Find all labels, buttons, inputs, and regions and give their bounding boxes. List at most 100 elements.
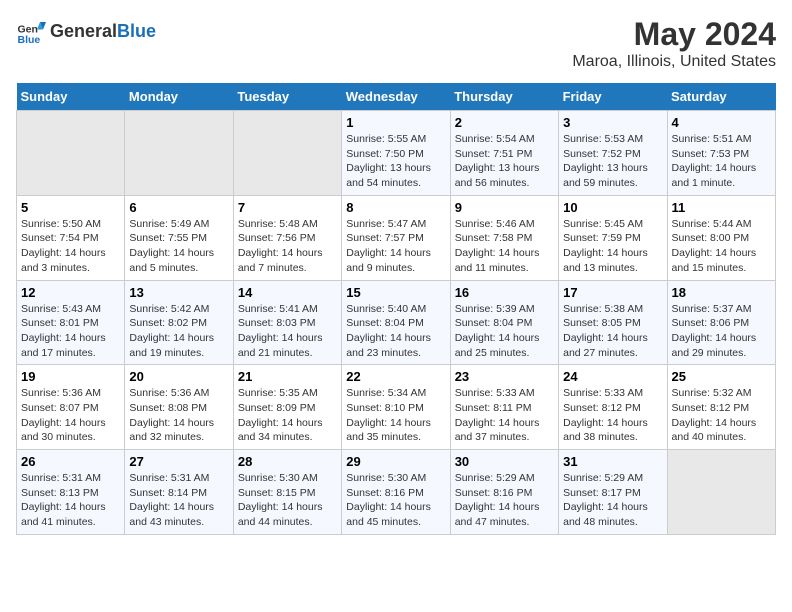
logo: Gen Blue GeneralBlue <box>16 16 156 46</box>
calendar-cell: 17 Sunrise: 5:38 AMSunset: 8:05 PMDayligh… <box>559 280 667 365</box>
week-row-5: 26Sunrise: 5:31 AMSunset: 8:13 PMDayligh… <box>17 450 776 535</box>
logo-blue: Blue <box>117 21 156 41</box>
day-info: Sunrise: 5:50 AMSunset: 7:54 PMDaylight:… <box>21 217 120 276</box>
day-number: 15 <box>346 285 445 300</box>
calendar-cell: 11 Sunrise: 5:44 AMSunset: 8:00 PMDayligh… <box>667 195 775 280</box>
day-number: 31 <box>563 454 662 469</box>
day-header-monday: Monday <box>125 83 233 111</box>
logo-icon: Gen Blue <box>16 16 46 46</box>
calendar-header: SundayMondayTuesdayWednesdayThursdayFrid… <box>17 83 776 111</box>
day-info: Sunrise: 5:54 AMSunset: 7:51 PMDaylight:… <box>455 132 554 191</box>
subtitle: Maroa, Illinois, United States <box>572 53 776 71</box>
day-number: 7 <box>238 200 337 215</box>
calendar-cell: 27 Sunrise: 5:31 AMSunset: 8:14 PMDayligh… <box>125 450 233 535</box>
day-info: Sunrise: 5:33 AMSunset: 8:12 PMDaylight:… <box>563 386 662 445</box>
day-number: 30 <box>455 454 554 469</box>
day-number: 25 <box>672 369 771 384</box>
day-info: Sunrise: 5:47 AMSunset: 7:57 PMDaylight:… <box>346 217 445 276</box>
day-number: 20 <box>129 369 228 384</box>
day-number: 11 <box>672 200 771 215</box>
day-info: Sunrise: 5:30 AMSunset: 8:15 PMDaylight:… <box>238 471 337 530</box>
calendar-cell: 20 Sunrise: 5:36 AMSunset: 8:08 PMDayligh… <box>125 365 233 450</box>
day-number: 9 <box>455 200 554 215</box>
day-number: 4 <box>672 115 771 130</box>
day-number: 27 <box>129 454 228 469</box>
svg-text:Blue: Blue <box>18 34 41 46</box>
calendar-table: SundayMondayTuesdayWednesdayThursdayFrid… <box>16 83 776 535</box>
day-number: 5 <box>21 200 120 215</box>
day-info: Sunrise: 5:48 AMSunset: 7:56 PMDaylight:… <box>238 217 337 276</box>
calendar-cell: 21 Sunrise: 5:35 AMSunset: 8:09 PMDayligh… <box>233 365 341 450</box>
calendar-cell: 25 Sunrise: 5:32 AMSunset: 8:12 PMDayligh… <box>667 365 775 450</box>
calendar-cell: 5 Sunrise: 5:50 AMSunset: 7:54 PMDaylight… <box>17 195 125 280</box>
calendar-cell: 9Sunrise: 5:46 AMSunset: 7:58 PMDaylight… <box>450 195 558 280</box>
logo-general: General <box>50 21 117 41</box>
calendar-cell: 2 Sunrise: 5:54 AMSunset: 7:51 PMDaylight… <box>450 111 558 196</box>
day-number: 12 <box>21 285 120 300</box>
day-info: Sunrise: 5:37 AMSunset: 8:06 PMDaylight:… <box>672 302 771 361</box>
day-number: 16 <box>455 285 554 300</box>
day-info: Sunrise: 5:38 AMSunset: 8:05 PMDaylight:… <box>563 302 662 361</box>
calendar-cell: 7 Sunrise: 5:48 AMSunset: 7:56 PMDaylight… <box>233 195 341 280</box>
day-number: 21 <box>238 369 337 384</box>
day-number: 22 <box>346 369 445 384</box>
day-number: 24 <box>563 369 662 384</box>
day-header-tuesday: Tuesday <box>233 83 341 111</box>
calendar-cell: 10 Sunrise: 5:45 AMSunset: 7:59 PMDayligh… <box>559 195 667 280</box>
day-info: Sunrise: 5:51 AMSunset: 7:53 PMDaylight:… <box>672 132 771 191</box>
page-header: Gen Blue GeneralBlue May 2024 Maroa, Ill… <box>16 16 776 71</box>
day-info: Sunrise: 5:31 AMSunset: 8:13 PMDaylight:… <box>21 471 120 530</box>
day-header-sunday: Sunday <box>17 83 125 111</box>
calendar-cell: 12 Sunrise: 5:43 AMSunset: 8:01 PMDayligh… <box>17 280 125 365</box>
day-info: Sunrise: 5:29 AMSunset: 8:17 PMDaylight:… <box>563 471 662 530</box>
calendar-cell: 8 Sunrise: 5:47 AMSunset: 7:57 PMDaylight… <box>342 195 450 280</box>
week-row-1: 1Sunrise: 5:55 AMSunset: 7:50 PMDaylight… <box>17 111 776 196</box>
day-info: Sunrise: 5:29 AMSunset: 8:16 PMDaylight:… <box>455 471 554 530</box>
day-info: Sunrise: 5:43 AMSunset: 8:01 PMDaylight:… <box>21 302 120 361</box>
day-number: 17 <box>563 285 662 300</box>
calendar-cell: 23Sunrise: 5:33 AMSunset: 8:11 PMDayligh… <box>450 365 558 450</box>
day-info: Sunrise: 5:32 AMSunset: 8:12 PMDaylight:… <box>672 386 771 445</box>
day-info: Sunrise: 5:35 AMSunset: 8:09 PMDaylight:… <box>238 386 337 445</box>
day-info: Sunrise: 5:36 AMSunset: 8:08 PMDaylight:… <box>129 386 228 445</box>
calendar-cell: 29Sunrise: 5:30 AMSunset: 8:16 PMDayligh… <box>342 450 450 535</box>
calendar-cell: 18 Sunrise: 5:37 AMSunset: 8:06 PMDayligh… <box>667 280 775 365</box>
calendar-cell: 15Sunrise: 5:40 AMSunset: 8:04 PMDayligh… <box>342 280 450 365</box>
day-header-wednesday: Wednesday <box>342 83 450 111</box>
day-number: 23 <box>455 369 554 384</box>
day-number: 18 <box>672 285 771 300</box>
day-header-thursday: Thursday <box>450 83 558 111</box>
calendar-cell: 16 Sunrise: 5:39 AMSunset: 8:04 PMDayligh… <box>450 280 558 365</box>
day-number: 10 <box>563 200 662 215</box>
day-number: 13 <box>129 285 228 300</box>
day-info: Sunrise: 5:45 AMSunset: 7:59 PMDaylight:… <box>563 217 662 276</box>
day-info: Sunrise: 5:34 AMSunset: 8:10 PMDaylight:… <box>346 386 445 445</box>
day-header-saturday: Saturday <box>667 83 775 111</box>
day-info: Sunrise: 5:31 AMSunset: 8:14 PMDaylight:… <box>129 471 228 530</box>
calendar-cell: 14Sunrise: 5:41 AMSunset: 8:03 PMDayligh… <box>233 280 341 365</box>
week-row-2: 5 Sunrise: 5:50 AMSunset: 7:54 PMDaylight… <box>17 195 776 280</box>
calendar-cell: 13Sunrise: 5:42 AMSunset: 8:02 PMDayligh… <box>125 280 233 365</box>
calendar-cell <box>17 111 125 196</box>
day-info: Sunrise: 5:39 AMSunset: 8:04 PMDaylight:… <box>455 302 554 361</box>
calendar-cell: 31 Sunrise: 5:29 AMSunset: 8:17 PMDayligh… <box>559 450 667 535</box>
day-number: 8 <box>346 200 445 215</box>
day-number: 2 <box>455 115 554 130</box>
calendar-cell: 6 Sunrise: 5:49 AMSunset: 7:55 PMDaylight… <box>125 195 233 280</box>
calendar-cell: 22 Sunrise: 5:34 AMSunset: 8:10 PMDayligh… <box>342 365 450 450</box>
week-row-3: 12 Sunrise: 5:43 AMSunset: 8:01 PMDayligh… <box>17 280 776 365</box>
calendar-cell: 28 Sunrise: 5:30 AMSunset: 8:15 PMDayligh… <box>233 450 341 535</box>
calendar-cell: 1Sunrise: 5:55 AMSunset: 7:50 PMDaylight… <box>342 111 450 196</box>
main-title: May 2024 <box>572 16 776 53</box>
title-section: May 2024 Maroa, Illinois, United States <box>572 16 776 71</box>
day-info: Sunrise: 5:53 AMSunset: 7:52 PMDaylight:… <box>563 132 662 191</box>
calendar-cell <box>233 111 341 196</box>
day-number: 28 <box>238 454 337 469</box>
day-info: Sunrise: 5:30 AMSunset: 8:16 PMDaylight:… <box>346 471 445 530</box>
calendar-cell <box>125 111 233 196</box>
day-number: 19 <box>21 369 120 384</box>
day-info: Sunrise: 5:49 AMSunset: 7:55 PMDaylight:… <box>129 217 228 276</box>
day-number: 6 <box>129 200 228 215</box>
calendar-cell: 24 Sunrise: 5:33 AMSunset: 8:12 PMDayligh… <box>559 365 667 450</box>
day-info: Sunrise: 5:44 AMSunset: 8:00 PMDaylight:… <box>672 217 771 276</box>
